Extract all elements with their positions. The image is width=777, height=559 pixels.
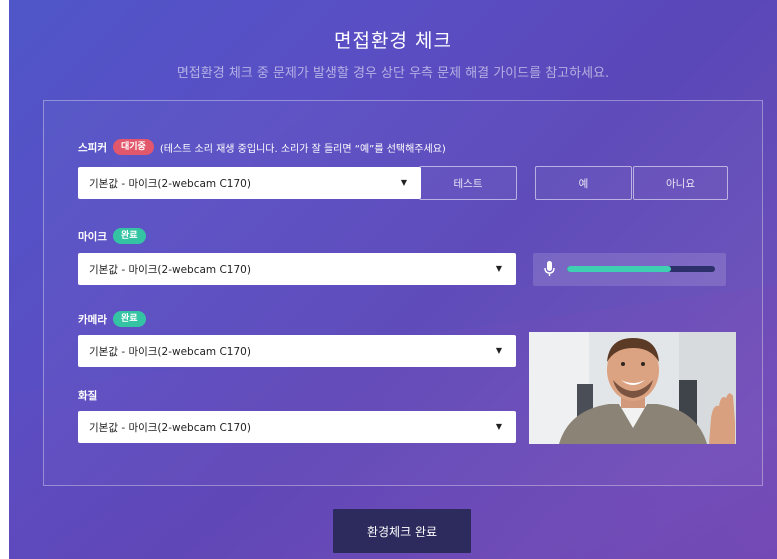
chevron-down-icon: ▼ [495, 422, 502, 431]
camera-select-value: 기본값 - 마이크(2-webcam C170) [89, 345, 251, 358]
page-subtitle: 면접환경 체크 중 문제가 발생할 경우 상단 우측 문제 해결 가이드를 참고… [176, 66, 610, 81]
mic-select[interactable]: 기본값 - 마이크(2-webcam C170) ▼ [78, 253, 516, 285]
speaker-yes-button[interactable]: 예 [535, 166, 632, 200]
mic-select-value: 기본값 - 마이크(2-webcam C170) [89, 263, 251, 276]
complete-check-button[interactable]: 환경체크 완료 [333, 509, 471, 553]
camera-label: 카메라 [78, 313, 107, 326]
quality-select-value: 기본값 - 마이크(2-webcam C170) [89, 421, 251, 434]
speaker-select[interactable]: 기본값 - 마이크(2-webcam C170) ▼ [78, 167, 421, 199]
quality-label: 화질 [78, 390, 98, 402]
speaker-hint: (테스트 소리 재생 중입니다. 소리가 잘 들리면 “예”를 선택해주세요) [159, 143, 446, 155]
mic-label-row: 마이크 완료 [78, 228, 146, 244]
mic-level-fill [567, 266, 671, 272]
speaker-select-value: 기본값 - 마이크(2-webcam C170) [89, 177, 251, 190]
mic-level-track [567, 266, 715, 272]
camera-select[interactable]: 기본값 - 마이크(2-webcam C170) ▼ [78, 335, 516, 367]
camera-status-badge: 완료 [112, 311, 146, 327]
chevron-down-icon: ▼ [400, 178, 407, 187]
speaker-status-badge: 대기중 [112, 139, 154, 155]
camera-preview-image [529, 332, 736, 444]
mic-level-meter [533, 253, 726, 286]
speaker-label: 스피커 [78, 141, 107, 154]
camera-label-row: 카메라 완료 [78, 311, 146, 327]
speaker-test-button[interactable]: 테스트 [419, 166, 517, 200]
quality-select[interactable]: 기본값 - 마이크(2-webcam C170) ▼ [78, 411, 516, 443]
mic-status-badge: 완료 [112, 228, 146, 244]
chevron-down-icon: ▼ [495, 264, 502, 273]
microphone-icon [544, 261, 555, 281]
speaker-no-button[interactable]: 아니요 [633, 166, 728, 200]
camera-preview [529, 332, 736, 444]
quality-label-row: 화질 [78, 388, 97, 403]
chevron-down-icon: ▼ [495, 346, 502, 355]
mic-label: 마이크 [78, 230, 107, 243]
page-title: 면접환경 체크 [334, 30, 452, 52]
interview-check-page: 면접환경 체크 면접환경 체크 중 문제가 발생할 경우 상단 우측 문제 해결… [9, 0, 777, 559]
speaker-label-row: 스피커 대기중 (테스트 소리 재생 중입니다. 소리가 잘 들리면 “예”를 … [78, 139, 446, 155]
